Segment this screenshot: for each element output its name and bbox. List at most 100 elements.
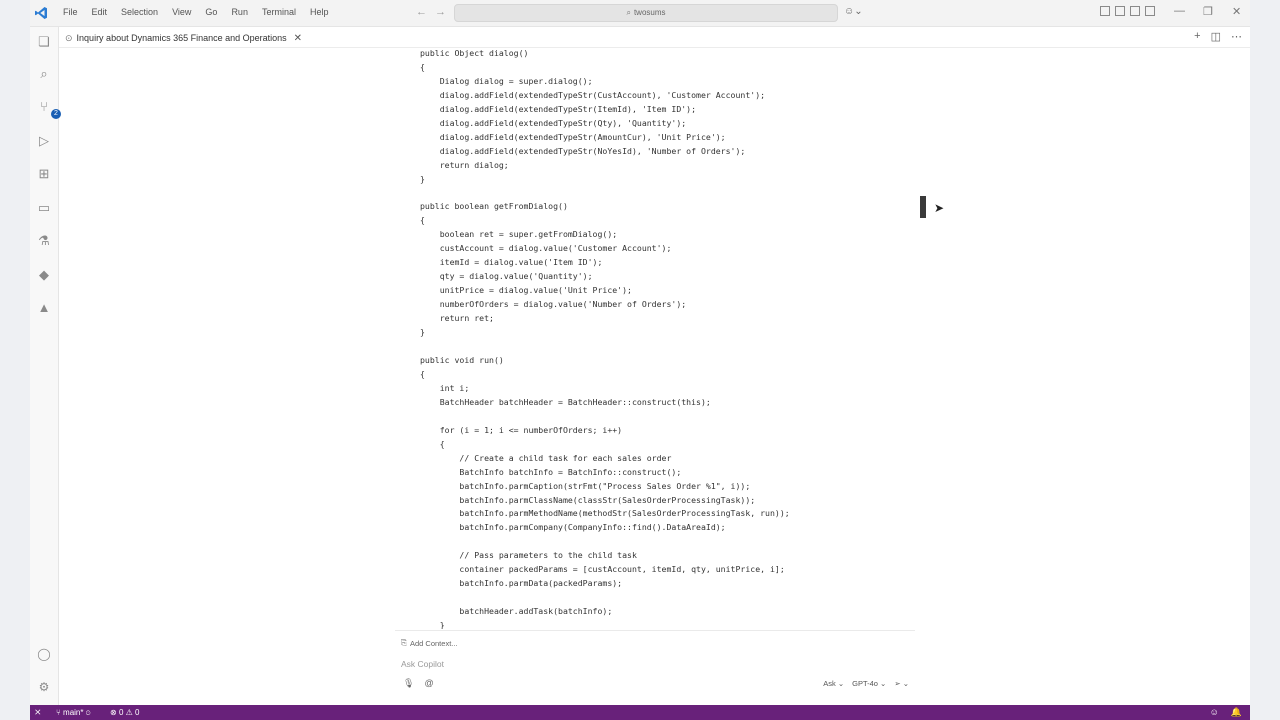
code-line: itemId = dialog.value('Item ID'); [420, 257, 603, 268]
menu-file[interactable]: File [56, 7, 85, 17]
menu-run[interactable]: Run [224, 7, 255, 17]
search-view-icon[interactable]: ⌕ [37, 67, 51, 81]
chat-code-block[interactable]: public Object dialog() { Dialog dialog = … [420, 47, 920, 629]
menu-go[interactable]: Go [198, 7, 224, 17]
mention-icon[interactable]: @ [424, 678, 433, 689]
azure-icon[interactable]: ▲ [37, 301, 51, 315]
notifications-bell-icon[interactable]: 🔔 [1231, 707, 1242, 718]
menu-help[interactable]: Help [303, 7, 336, 17]
menu-edit[interactable]: Edit [85, 7, 115, 17]
copilot-menu-icon[interactable]: ☺⌄ [844, 6, 863, 17]
back-arrow-icon[interactable]: ← [416, 6, 427, 18]
customize-layout-icon[interactable] [1100, 6, 1110, 16]
source-control-icon[interactable]: ⑂ 2 [37, 100, 61, 119]
code-line: batchInfo.parmCompany(CompanyInfo::find(… [420, 522, 726, 533]
remote-explorer-icon[interactable]: ▭ [37, 201, 51, 215]
chat-input-options: Ask ⌄ GPT-4o ⌄ ➢ ⌄ [823, 679, 909, 688]
menu-selection[interactable]: Selection [114, 7, 165, 17]
remote-indicator-icon[interactable]: ⨯ [34, 707, 42, 718]
error-count: 0 [118, 708, 124, 717]
editor-tab-bar: ⊙ Inquiry about Dynamics 365 Finance and… [59, 27, 1250, 48]
send-icon[interactable]: ➢ ⌄ [894, 679, 909, 688]
code-line: Dialog dialog = super.dialog(); [420, 75, 593, 86]
tab-actions: + ◫ ⋯ [1194, 30, 1242, 43]
code-line: dialog.addField(extendedTypeStr(Qty), 'Q… [420, 117, 687, 128]
model-label: GPT-4o [852, 679, 878, 688]
left-margin [0, 0, 30, 720]
code-line: qty = dialog.value('Quantity'); [420, 271, 593, 282]
command-center-search[interactable]: ⌕ twosums [454, 4, 838, 22]
code-line: batchInfo.parmData(packedParams); [420, 578, 623, 589]
problems-indicator[interactable]: ⊗ 0 ⚠ 0 [110, 708, 139, 717]
search-text: twosums [633, 8, 666, 17]
copilot-chat-input: ⎘ Add Context... 🎙 @ Ask ⌄ GPT-4o ⌄ ➢ ⌄ [395, 630, 915, 697]
toggle-primary-sidebar-icon[interactable] [1115, 6, 1125, 16]
code-line: BatchHeader batchHeader = BatchHeader::c… [420, 396, 711, 407]
code-line: dialog.addField(extendedTypeStr(AmountCu… [420, 131, 726, 142]
mode-picker[interactable]: Ask ⌄ [823, 679, 844, 688]
search-icon: ⌕ [626, 8, 631, 17]
tab-label: Inquiry about Dynamics 365 Finance and O… [76, 33, 287, 43]
code-line: dialog.addField(extendedTypeStr(NoYesId)… [420, 145, 746, 156]
toggle-panel-icon[interactable] [1130, 6, 1140, 16]
code-line: return dialog; [420, 159, 509, 170]
minimize-icon[interactable]: — [1174, 5, 1185, 17]
title-bar: File Edit Selection View Go Run Terminal Help ←… [30, 0, 1250, 27]
warning-count: 0 [135, 708, 140, 717]
accounts-icon[interactable]: ◯ [37, 647, 51, 661]
vscode-window: File Edit Selection View Go Run Terminal Help ←… [0, 0, 1280, 720]
paperclip-icon: ⎘ [401, 638, 407, 647]
code-line: { [420, 61, 425, 72]
code-line: dialog.addField(extendedTypeStr(CustAcco… [420, 89, 766, 100]
run-debug-icon[interactable]: ▷ [37, 134, 51, 148]
close-window-icon[interactable]: ✕ [1232, 5, 1241, 18]
more-actions-icon[interactable]: ⋯ [1231, 30, 1242, 43]
code-line: public void run() [420, 354, 504, 365]
menu-terminal[interactable]: Terminal [255, 7, 303, 17]
toggle-secondary-sidebar-icon[interactable] [1145, 6, 1155, 16]
code-line: } [420, 327, 425, 338]
microphone-icon[interactable]: 🎙 [403, 678, 414, 689]
docker-icon[interactable]: ◆ [37, 268, 51, 282]
explorer-icon[interactable]: ❏ [37, 35, 51, 49]
split-editor-icon[interactable]: ◫ [1211, 30, 1221, 43]
copilot-status-icon[interactable]: ☺ [1210, 707, 1219, 718]
testing-icon[interactable]: ⚗ [37, 234, 51, 248]
code-line: public Object dialog() [420, 48, 529, 58]
code-text: public Object dialog() { Dialog dialog = … [420, 47, 920, 629]
layout-controls [1100, 6, 1155, 16]
new-chat-icon[interactable]: + [1194, 30, 1200, 43]
tab-inquiry[interactable]: ⊙ Inquiry about Dynamics 365 Finance and… [65, 30, 302, 46]
code-line: } [420, 620, 445, 629]
forward-arrow-icon[interactable]: → [435, 6, 446, 18]
menu-view[interactable]: View [165, 7, 198, 17]
ask-copilot-input[interactable] [399, 658, 703, 670]
right-margin [1250, 0, 1280, 720]
mouse-pointer-icon: ➤ [934, 201, 945, 215]
branch-indicator[interactable]: ⑂ main* ⊙ [56, 708, 91, 717]
mode-label: Ask [823, 679, 836, 688]
chat-tab-icon: ⊙ [65, 32, 73, 43]
code-line: BatchInfo batchInfo = BatchInfo::constru… [420, 466, 682, 477]
restore-icon[interactable]: ❐ [1203, 5, 1213, 18]
manage-gear-icon[interactable]: ⚙ [37, 680, 51, 694]
code-line: unitPrice = dialog.value('Unit Price'); [420, 285, 632, 296]
add-context-label: Add Context... [410, 638, 458, 648]
code-line: dialog.addField(extendedTypeStr(ItemId),… [420, 103, 697, 114]
close-tab-icon[interactable]: ✕ [294, 33, 302, 44]
code-line: { [420, 438, 445, 449]
code-line: batchInfo.parmClassName(classStr(SalesOr… [420, 494, 756, 505]
add-context-button[interactable]: ⎘ Add Context... [401, 638, 458, 648]
model-picker[interactable]: GPT-4o ⌄ [852, 679, 886, 688]
activity-bar: ❏ ⌕ ⑂ 2 ▷ ⊞ ▭ ⚗ ◆ ▲ [30, 27, 61, 705]
code-line: container packedParams = [custAccount, i… [420, 564, 785, 575]
scrollbar-thumb[interactable] [920, 196, 926, 218]
code-line: public boolean getFromDialog() [420, 201, 568, 212]
vscode-logo-icon [35, 7, 47, 19]
branch-name: main* [63, 708, 84, 717]
extensions-icon[interactable]: ⊞ [37, 167, 51, 181]
